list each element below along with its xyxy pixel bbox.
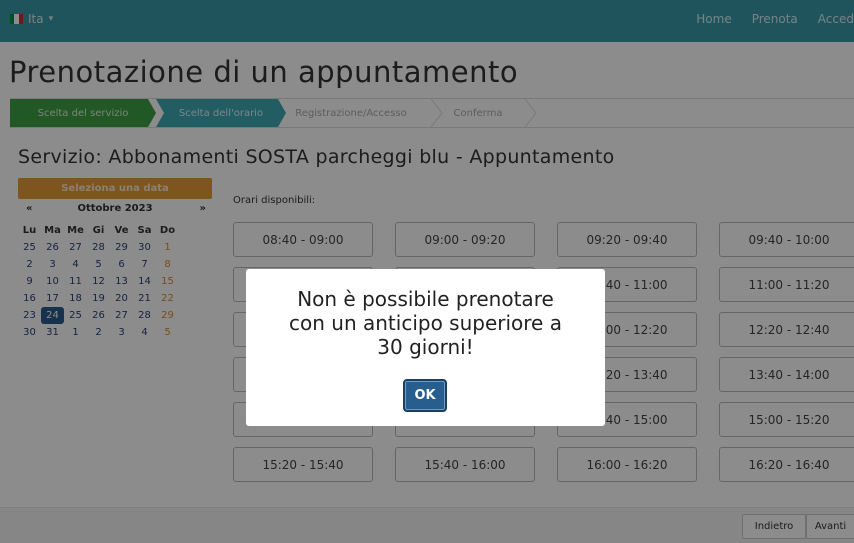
alert-message-line: Non è possibile prenotare — [297, 287, 554, 311]
alert-message-line: 30 giorni! — [377, 335, 474, 359]
alert-message: Non è possibile prenotare con un anticip… — [246, 287, 605, 359]
ok-button[interactable]: OK — [403, 379, 447, 412]
alert-dialog: Non è possibile prenotare con un anticip… — [246, 269, 605, 426]
alert-message-line: con un anticipo superiore a — [289, 311, 562, 335]
